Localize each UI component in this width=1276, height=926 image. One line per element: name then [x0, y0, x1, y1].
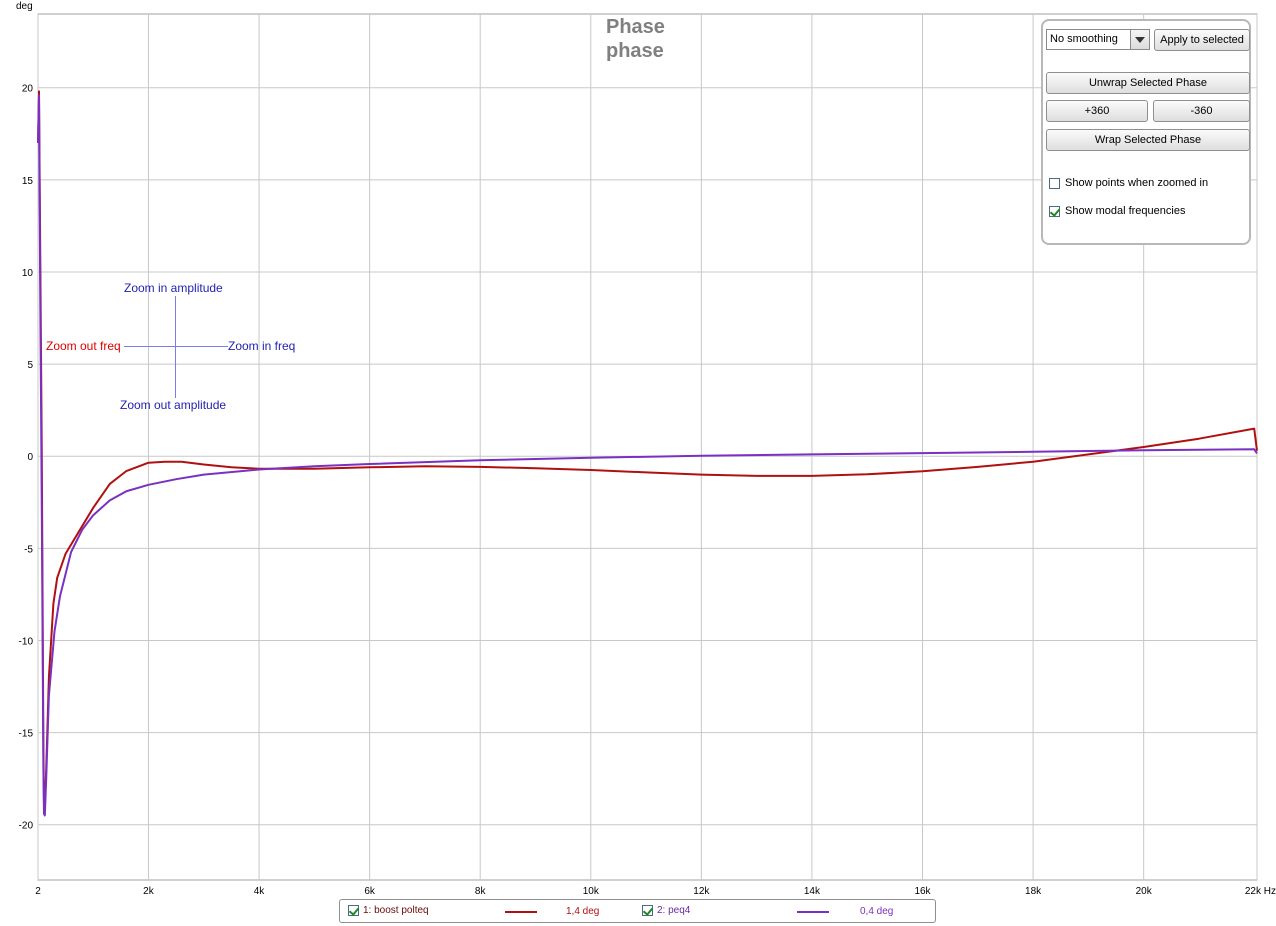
zoom-in-freq-label[interactable]: Zoom in freq: [228, 339, 295, 353]
unwrap-selected-phase-button[interactable]: Unwrap Selected Phase: [1046, 72, 1250, 94]
apply-to-selected-button[interactable]: Apply to selected: [1154, 29, 1250, 51]
minus-360-button[interactable]: -360: [1153, 100, 1250, 122]
x-tick-label: 2: [35, 886, 41, 897]
x-tick-label: 10k: [583, 886, 600, 897]
legend-swatch-2: [797, 911, 829, 913]
show-modal-option[interactable]: Show modal frequencies: [1049, 205, 1185, 217]
legend-label-2: 2: peq4: [657, 905, 691, 916]
phase-control-panel: No smoothing Apply to selected Unwrap Se…: [1041, 19, 1251, 245]
show-points-option[interactable]: Show points when zoomed in: [1049, 177, 1208, 189]
show-points-label: Show points when zoomed in: [1065, 177, 1209, 189]
x-tick-label: 12k: [693, 886, 710, 897]
plus-360-button[interactable]: +360: [1046, 100, 1148, 122]
legend-checkbox-1[interactable]: [348, 905, 359, 916]
x-tick-label: 2k: [143, 886, 155, 897]
smoothing-select[interactable]: No smoothing: [1046, 29, 1150, 50]
zoom-out-amplitude-label[interactable]: Zoom out amplitude: [120, 398, 226, 412]
y-tick-label: 20: [22, 84, 34, 95]
legend-label-1: 1: boost polteq: [363, 905, 429, 916]
smoothing-value: No smoothing: [1050, 33, 1118, 45]
legend-checkbox-2[interactable]: [642, 905, 653, 916]
zoom-out-freq-label[interactable]: Zoom out freq: [46, 339, 121, 353]
chart-subtitle: phase: [606, 40, 664, 62]
y-tick-label: -20: [19, 821, 34, 832]
chart-title: Phase: [606, 16, 665, 38]
x-tick-label: 18k: [1025, 886, 1042, 897]
wrap-selected-phase-button[interactable]: Wrap Selected Phase: [1046, 129, 1250, 151]
legend-swatch-1: [505, 911, 537, 913]
y-tick-label: 0: [27, 452, 33, 463]
zoom-crosshair-vertical: [175, 296, 176, 398]
y-axis-ticks: 20 15 10 5 0 -5 -10 -15 -20: [19, 84, 34, 832]
legend-item-2[interactable]: 2: peq4: [642, 905, 690, 916]
legend-value-1: 1,4 deg: [566, 906, 600, 917]
y-tick-label: -15: [19, 729, 34, 740]
y-axis-label: deg: [16, 1, 33, 12]
show-modal-checkbox[interactable]: [1049, 205, 1060, 217]
y-tick-label: -10: [19, 636, 34, 647]
y-tick-label: 5: [27, 360, 33, 371]
x-tick-label: 6k: [364, 886, 376, 897]
x-axis-ticks: 2 2k 4k 6k 8k 10k 12k 14k 16k 18k 20k 22k Hz: [35, 886, 1276, 897]
zoom-in-amplitude-label[interactable]: Zoom in amplitude: [124, 281, 223, 295]
x-tick-label: 16k: [914, 886, 931, 897]
chevron-down-icon[interactable]: [1130, 30, 1149, 49]
legend: 1: boost polteq 1,4 deg 2: peq4 0,4 deg: [339, 899, 936, 923]
x-tick-label: 20k: [1136, 886, 1153, 897]
x-tick-label: 22k Hz: [1245, 886, 1276, 897]
y-tick-label: 15: [22, 176, 34, 187]
x-tick-label: 8k: [475, 886, 487, 897]
show-modal-label: Show modal frequencies: [1065, 205, 1186, 217]
zoom-crosshair-horizontal: [124, 346, 228, 347]
y-tick-label: 10: [22, 268, 34, 279]
legend-value-2: 0,4 deg: [860, 906, 894, 917]
legend-item-1[interactable]: 1: boost polteq: [348, 905, 429, 916]
x-tick-label: 14k: [804, 886, 821, 897]
y-tick-label: -5: [24, 544, 33, 555]
x-tick-label: 4k: [254, 886, 266, 897]
show-points-checkbox[interactable]: [1049, 177, 1060, 189]
